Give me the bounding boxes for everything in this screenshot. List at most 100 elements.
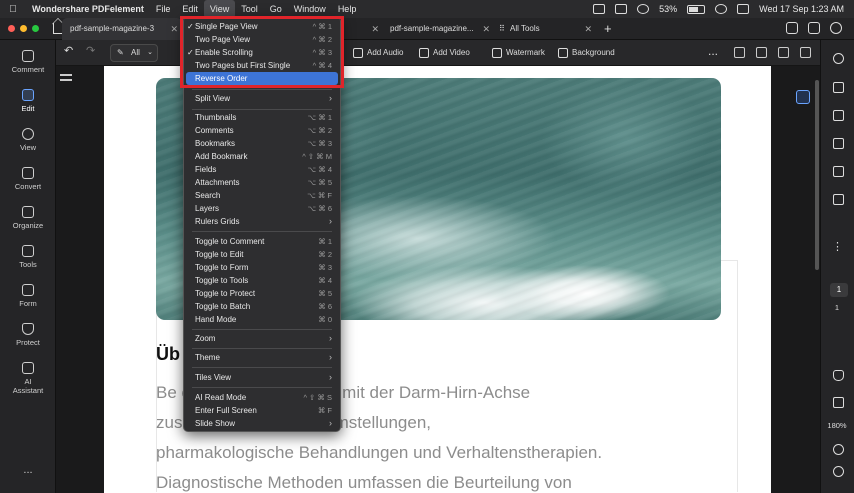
- phone-icon[interactable]: [808, 22, 820, 34]
- wifi-icon[interactable]: [715, 4, 728, 14]
- sidebar-item-convert[interactable]: Convert: [0, 167, 56, 191]
- convert-icon: [22, 167, 34, 179]
- add-video-button[interactable]: Add Video: [419, 45, 470, 61]
- minimize-window-button[interactable]: [20, 25, 27, 32]
- sidebar-more-button[interactable]: ...: [0, 464, 56, 476]
- close-tab-icon[interactable]: ✕: [170, 18, 178, 40]
- eye-icon: [22, 128, 34, 140]
- menu-item-split-view[interactable]: Split View ›: [184, 92, 340, 105]
- redo-icon[interactable]: ↷: [86, 44, 97, 57]
- properties-toggle-icon[interactable]: [56, 66, 76, 90]
- tab-all-tools[interactable]: ⠿ All Tools ✕: [494, 18, 596, 40]
- annotation-highlight-box: [180, 16, 344, 88]
- menu-item-zoom[interactable]: Zoom ›: [184, 332, 340, 345]
- close-window-button[interactable]: [8, 25, 15, 32]
- sidebar-item-organize[interactable]: Organize: [0, 206, 56, 230]
- status-icon[interactable]: [615, 4, 628, 14]
- app-menu[interactable]: Wondershare PDFelement: [26, 0, 150, 18]
- page-heading[interactable]: Üb: [156, 344, 180, 365]
- current-page-field[interactable]: 1: [830, 283, 848, 297]
- menu-item-layers[interactable]: Layers ⌥ ⌘ 6: [184, 202, 340, 215]
- sidebar-item-edit[interactable]: Edit: [0, 89, 56, 113]
- hand-tool-icon[interactable]: [833, 370, 844, 381]
- print-icon[interactable]: [756, 47, 767, 58]
- watermark-icon: [492, 48, 502, 58]
- zoom-in-icon[interactable]: [833, 444, 844, 455]
- paragraph-line[interactable]: pharmakologische Behandlungen und Verhal…: [156, 443, 602, 463]
- search-icon[interactable]: [833, 166, 844, 177]
- menu-item-hand-mode[interactable]: Hand Mode ⌘ 0: [184, 313, 340, 326]
- comment-icon: [22, 50, 34, 62]
- menu-item-comments[interactable]: Comments ⌥ ⌘ 2: [184, 124, 340, 137]
- sidebar-item-view[interactable]: View: [0, 128, 56, 152]
- menu-item-slide-show[interactable]: Slide Show ›: [184, 417, 340, 430]
- clock[interactable]: Wed 17 Sep 1:23 AM: [759, 4, 844, 14]
- menu-item-add-bookmark[interactable]: Add Bookmark ^ ⇧ ⌘ M: [184, 150, 340, 163]
- more-icon[interactable]: ⋮: [832, 240, 843, 253]
- sidebar-item-ai-assistant[interactable]: AI Assistant: [0, 362, 56, 395]
- sidebar-item-comment[interactable]: Comment: [0, 50, 56, 74]
- menu-item-enter-full-screen[interactable]: Enter Full Screen ⌘ F: [184, 404, 340, 417]
- menu-item-toggle-batch[interactable]: Toggle to Batch ⌘ 6: [184, 300, 340, 313]
- chevron-right-icon: ›: [329, 93, 332, 103]
- status-icon[interactable]: [593, 4, 606, 14]
- menu-item-ai-read-mode[interactable]: AI Read Mode ^ ⇧ ⌘ S: [184, 391, 340, 404]
- share-icon[interactable]: [778, 47, 789, 58]
- sidebar-item-protect[interactable]: Protect: [0, 323, 56, 347]
- save-icon[interactable]: [734, 47, 745, 58]
- menu-item-bookmarks[interactable]: Bookmarks ⌥ ⌘ 3: [184, 137, 340, 150]
- zoom-out-icon[interactable]: [833, 466, 844, 477]
- translate-floating-icon[interactable]: [796, 90, 810, 104]
- bookmark-icon[interactable]: [833, 138, 844, 149]
- tab-document-3[interactable]: pdf-sample-magazine... ✕: [382, 18, 494, 40]
- menu-item-toggle-form[interactable]: Toggle to Form ⌘ 3: [184, 261, 340, 274]
- background-button[interactable]: Background: [558, 45, 615, 61]
- control-center-icon[interactable]: [737, 4, 750, 14]
- zoom-window-button[interactable]: [32, 25, 39, 32]
- close-tab-icon[interactable]: ✕: [584, 18, 592, 40]
- menu-item-toggle-edit[interactable]: Toggle to Edit ⌘ 2: [184, 248, 340, 261]
- menu-item-toggle-protect[interactable]: Toggle to Protect ⌘ 5: [184, 287, 340, 300]
- more-options-button[interactable]: ...: [708, 43, 718, 59]
- menu-item-tiles-view[interactable]: Tiles View ›: [184, 371, 340, 384]
- menu-item-fields[interactable]: Fields ⌥ ⌘ 4: [184, 163, 340, 176]
- vertical-scrollbar[interactable]: [815, 80, 819, 270]
- status-icon[interactable]: [637, 4, 650, 14]
- tab-document-2[interactable]: ✕: [341, 18, 383, 40]
- new-tab-button[interactable]: +: [604, 18, 612, 40]
- battery-icon[interactable]: [687, 4, 706, 14]
- menu-item-rulers-grids[interactable]: Rulers Grids ›: [184, 215, 340, 228]
- menu-item-toggle-comment[interactable]: Toggle to Comment ⌘ 1: [184, 235, 340, 248]
- background-icon: [558, 48, 568, 58]
- attachment-icon[interactable]: [833, 194, 844, 205]
- zoom-level[interactable]: 180%: [820, 421, 854, 430]
- sidebar-item-tools[interactable]: Tools: [0, 245, 56, 269]
- watermark-button[interactable]: Watermark: [492, 45, 545, 61]
- close-tab-icon[interactable]: ✕: [482, 18, 490, 40]
- upload-icon[interactable]: [800, 47, 811, 58]
- sidebar-item-form[interactable]: Form: [0, 284, 56, 308]
- avatar[interactable]: [830, 22, 842, 34]
- menu-item-theme[interactable]: Theme ›: [184, 351, 340, 364]
- menu-item-toggle-tools[interactable]: Toggle to Tools ⌘ 4: [184, 274, 340, 287]
- notification-icon[interactable]: [786, 22, 798, 34]
- comment-panel-icon[interactable]: [833, 110, 844, 121]
- fit-page-icon[interactable]: [833, 397, 844, 408]
- properties-icon[interactable]: [833, 82, 844, 93]
- undo-icon[interactable]: ↶: [64, 44, 75, 57]
- edit-toolbar: ↶ ↷ ✎ All ⌄ Add Audio Add Video Watermar…: [56, 40, 820, 66]
- window-controls: [8, 25, 39, 32]
- menu-separator: [192, 367, 332, 368]
- tab-document-1[interactable]: pdf-sample-magazine-3 ✕: [62, 18, 182, 40]
- edit-mode-select[interactable]: ✎ All ⌄: [110, 44, 158, 62]
- menu-item-thumbnails[interactable]: Thumbnails ⌥ ⌘ 1: [184, 111, 340, 124]
- close-tab-icon[interactable]: ✕: [371, 18, 379, 40]
- apple-icon[interactable]: : [0, 4, 26, 15]
- chevron-right-icon: ›: [329, 372, 332, 382]
- menu-file[interactable]: File: [150, 0, 177, 18]
- menu-item-attachments[interactable]: Attachments ⌥ ⌘ 5: [184, 176, 340, 189]
- add-audio-button[interactable]: Add Audio: [353, 45, 403, 61]
- ai-icon[interactable]: [833, 53, 844, 64]
- menu-item-search[interactable]: Search ⌥ ⌘ F: [184, 189, 340, 202]
- paragraph-line[interactable]: Diagnostische Methoden umfassen die Beur…: [156, 473, 572, 493]
